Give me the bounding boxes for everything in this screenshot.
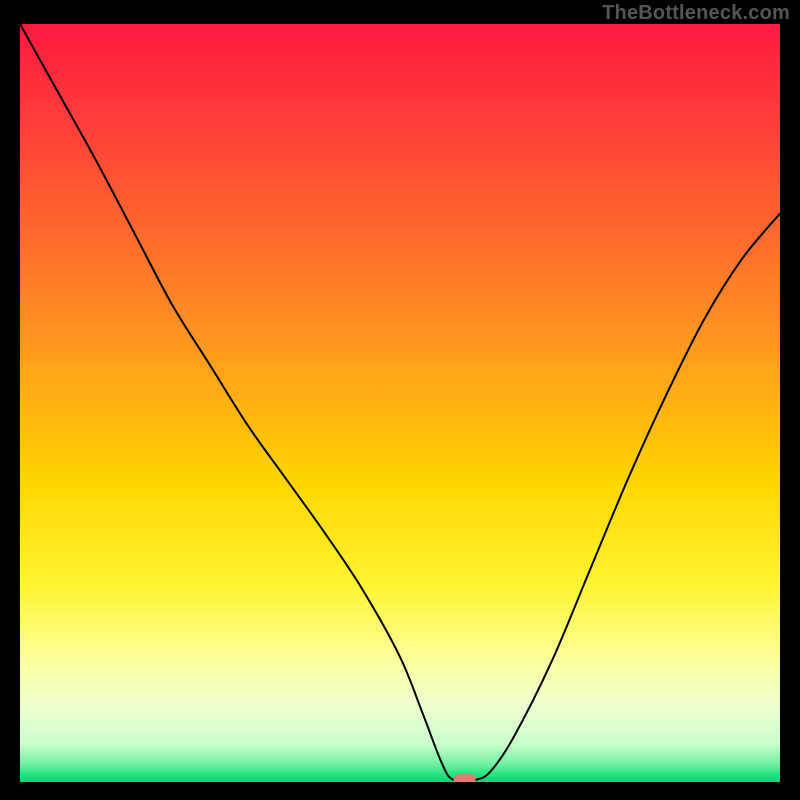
optimal-point-marker xyxy=(454,774,476,782)
bottleneck-chart-frame: TheBottleneck.com xyxy=(0,0,800,800)
plot-svg xyxy=(20,24,780,782)
gradient-background xyxy=(20,24,780,782)
watermark-label: TheBottleneck.com xyxy=(602,2,790,25)
plot-area xyxy=(20,24,780,782)
